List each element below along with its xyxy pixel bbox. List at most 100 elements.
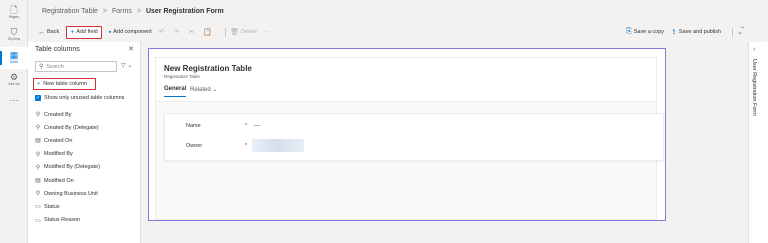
add-field-label: Add field (76, 29, 98, 35)
lookup-icon: ⚲ (35, 125, 41, 132)
calendar-icon: ▤ (35, 178, 41, 185)
tab-related[interactable]: Related ⌄ (190, 86, 217, 93)
data-icon: ▦ (9, 50, 19, 60)
chevron-down-icon: ⌄ (212, 87, 218, 93)
breadcrumb-item-table[interactable]: Registration Table (42, 8, 98, 15)
delete-icon: 🗑 (230, 29, 239, 36)
form-preview[interactable]: New Registration Table Registration Tabl… (148, 48, 666, 221)
back-button[interactable]: ← Back (38, 29, 59, 36)
nav-item-setup[interactable]: ⚙ Set up (0, 69, 28, 91)
list-item[interactable]: ⚲ Modified By (Delegate) (28, 161, 140, 174)
lookup-icon: ⚲ (35, 191, 41, 198)
optionset-icon: ▭ (35, 217, 41, 224)
page-icon: 🗋 (10, 5, 18, 15)
breadcrumb-separator: > (136, 7, 141, 15)
form-canvas: New Registration Table Registration Tabl… (141, 42, 668, 243)
list-item[interactable]: ⚲ Created By (28, 108, 140, 121)
delete-button[interactable]: 🗑 Delete (230, 28, 257, 36)
show-unused-label: Show only unused table columns (44, 95, 125, 101)
nav-item-more[interactable]: ··· (0, 89, 28, 111)
name-field[interactable]: --- (254, 123, 260, 129)
nav-label-pages: Pages (8, 15, 20, 19)
lookup-icon: ⚲ (35, 112, 41, 119)
nav-item-styling[interactable]: ⛉ Styling (0, 24, 28, 46)
publish-icon: ⇪ (671, 29, 677, 36)
table-columns-panel: Table columns ✕ ⚲ Search ▽ ⌄ + New table… (28, 42, 141, 243)
undo-button[interactable]: ↶ (159, 28, 167, 36)
redo-icon: ↷ (173, 29, 180, 36)
column-label: Status (44, 203, 60, 210)
column-label: Created On (44, 137, 73, 144)
arrow-left-icon: ← (38, 28, 45, 36)
column-list: ⚲ Created By ⚲ Created By (Delegate) ▤ Crea… (28, 108, 140, 227)
column-label: Modified By (Delegate) (44, 164, 100, 171)
list-item[interactable]: ▤ Modified On (28, 174, 140, 187)
list-item[interactable]: ⚲ Modified By (28, 148, 140, 161)
calendar-icon: ▤ (35, 138, 41, 145)
cut-button[interactable]: ✂ (189, 28, 197, 36)
add-field-button[interactable]: + Add field (66, 25, 102, 39)
column-label: Created By (Delegate) (44, 124, 99, 131)
redo-button[interactable]: ↷ (174, 28, 182, 36)
setup-icon: ⚙ (9, 72, 19, 82)
save-publish-label: Save and publish (678, 29, 722, 35)
list-item[interactable]: ▤ Created On (28, 134, 140, 147)
field-label-name: Name (186, 123, 201, 129)
component-icon: ▪ (108, 28, 112, 36)
list-item[interactable]: ▭ Status (28, 200, 140, 213)
styling-icon: ⛉ (10, 27, 18, 37)
checkmark-icon: ✓ (35, 95, 41, 101)
filter-button[interactable]: ▽ ⌄ (121, 62, 132, 69)
form-header[interactable]: New Registration Table Registration Tabl… (156, 58, 656, 102)
left-nav-rail: 🗋 Pages ⛉ Styling ▦ Data ⚙ Set up ··· (0, 0, 28, 243)
nav-item-data[interactable]: ▦ Data (0, 47, 28, 69)
lookup-icon: ⚲ (35, 164, 41, 171)
scroll-up-icon[interactable]: ⌃ (740, 26, 745, 33)
breadcrumb-item-forms[interactable]: Forms (112, 8, 132, 15)
paste-icon: 📋 (203, 29, 213, 36)
add-component-button[interactable]: ▪ Add component (109, 29, 152, 36)
command-bar: ← Back + Add field ▪ Add component ↶ ↷ ✂… (28, 22, 752, 42)
breadcrumb-separator: > (102, 7, 107, 15)
form-subtitle: Registration Table (164, 74, 200, 79)
column-label: Modified On (44, 177, 74, 184)
column-label: Owning Business Unit (44, 190, 98, 197)
search-icon: ⚲ (39, 64, 44, 70)
more-commands-label: ··· (263, 29, 270, 35)
nav-label-styling: Styling (7, 37, 21, 41)
tab-general[interactable]: General (164, 86, 187, 97)
page-title: User Registration Form (145, 7, 224, 15)
owner-field[interactable] (252, 139, 304, 152)
close-icon[interactable]: ✕ (128, 45, 134, 53)
undo-icon: ↶ (158, 29, 165, 36)
required-indicator: * (245, 143, 248, 149)
delete-label: Delete (240, 29, 257, 35)
save-publish-button[interactable]: ⇪ Save and publish (671, 28, 721, 36)
list-item[interactable]: ⚲ Created By (Delegate) (28, 121, 140, 134)
more-icon: ··· (9, 94, 19, 105)
panel-title: Table columns (35, 46, 80, 53)
field-label-owner: Owner (186, 143, 203, 149)
list-item[interactable]: ⚲ Owning Business Unit (28, 187, 140, 200)
list-item[interactable]: ▭ Status Reason (28, 214, 140, 227)
lookup-icon: ⚲ (35, 151, 41, 158)
plus-icon: + (37, 81, 41, 87)
search-placeholder: Search (46, 63, 64, 70)
properties-panel-label[interactable]: User Registration Form (751, 59, 757, 116)
new-table-column-button[interactable]: + New table column (33, 78, 96, 90)
save-copy-button[interactable]: ⎘ Save a copy (626, 28, 664, 36)
toolbar-divider (732, 27, 734, 37)
toolbar-divider (225, 27, 227, 37)
required-indicator: * (245, 123, 248, 129)
plus-icon: + (70, 28, 75, 36)
show-unused-checkbox[interactable]: ✓ Show only unused table columns (35, 95, 124, 101)
nav-item-pages[interactable]: 🗋 Pages (0, 2, 28, 24)
toolbar-right: ⎘ Save a copy ⇪ Save and publish ⌄ (626, 22, 752, 42)
form-section[interactable]: Name * --- Owner * (164, 113, 664, 161)
optionset-icon: ▭ (35, 204, 41, 211)
search-input[interactable]: ⚲ Search (35, 61, 117, 72)
more-commands-button[interactable]: ··· (264, 29, 270, 35)
tab-related-label: Related (190, 87, 211, 93)
paste-button[interactable]: 📋 (203, 28, 214, 36)
chevron-left-icon[interactable]: ‹ (753, 46, 755, 53)
